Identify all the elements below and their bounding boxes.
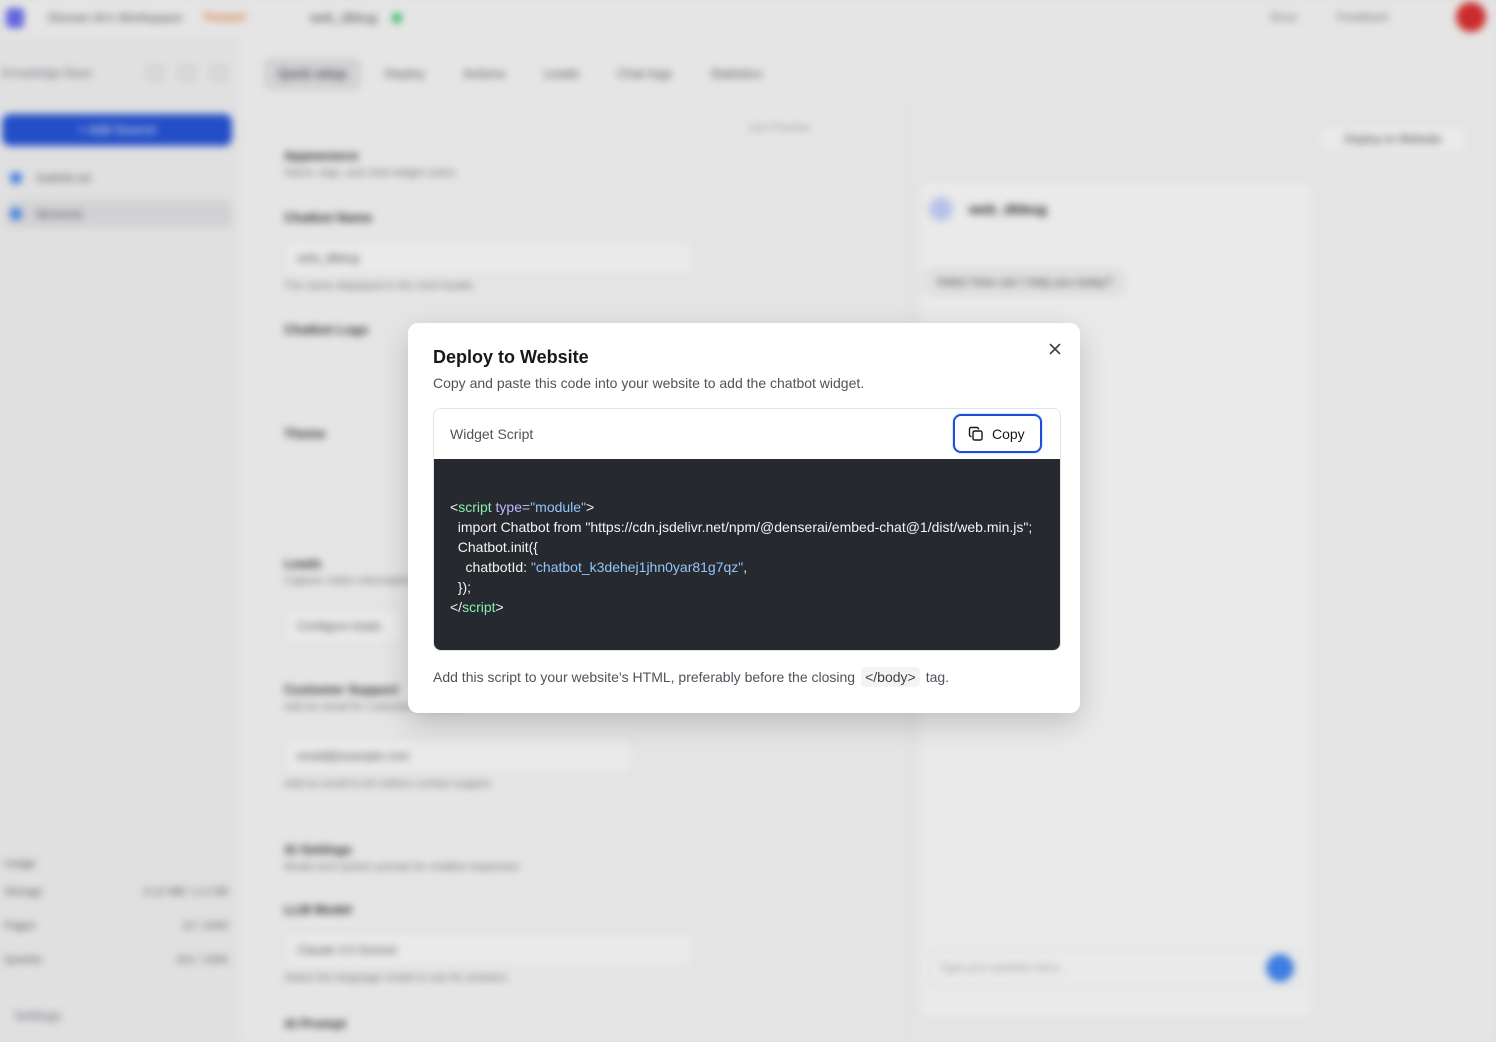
code-punct: > [586,499,595,515]
code-line-5: }); [450,579,472,595]
code-block[interactable]: <script type="module"> import Chatbot fr… [434,459,1060,650]
code-punct: , [743,559,748,575]
code-key: chatbotId: [450,559,531,575]
code-punct: > [495,599,504,615]
copy-icon [968,426,983,441]
code-line-3: Chatbot.init({ [450,539,538,555]
dialog-description: Copy and paste this code into your websi… [433,375,865,391]
code-punct: </ [450,599,463,615]
footer-text-end: tag. [925,669,950,685]
code-card: Widget Script Copy <script type="module"… [433,408,1061,651]
footer-code: </body> [861,667,920,687]
copy-button-label: Copy [992,425,1025,442]
code-attr: type [495,499,522,515]
code-tag: script [462,599,496,615]
code-string: "module" [530,499,587,515]
code-line-4: chatbotId: "chatbot_k3dehej1jhn0yar81g7q… [450,559,748,575]
code-tag: script [458,499,492,515]
footer-text: Add this script to your website's HTML, … [433,669,856,685]
code-line-2: import Chatbot from "https://cdn.jsdeliv… [450,519,1033,535]
dialog-footer: Add this script to your website's HTML, … [433,667,949,687]
close-icon[interactable] [1046,340,1064,358]
code-card-header: Widget Script Copy [434,409,1060,459]
widget-script-label: Widget Script [450,426,534,442]
code-punct: < [450,499,459,515]
code-line-1: <script type="module"> [450,499,594,515]
code-string: "chatbot_k3dehej1jhn0yar81g7qz" [530,559,744,575]
code-line-6: </script> [450,599,504,615]
copy-button[interactable]: Copy [953,414,1042,453]
code-punct: = [522,499,531,515]
dialog-title: Deploy to Website [433,347,589,367]
deploy-dialog: Deploy to Website Copy and paste this co… [408,323,1080,713]
